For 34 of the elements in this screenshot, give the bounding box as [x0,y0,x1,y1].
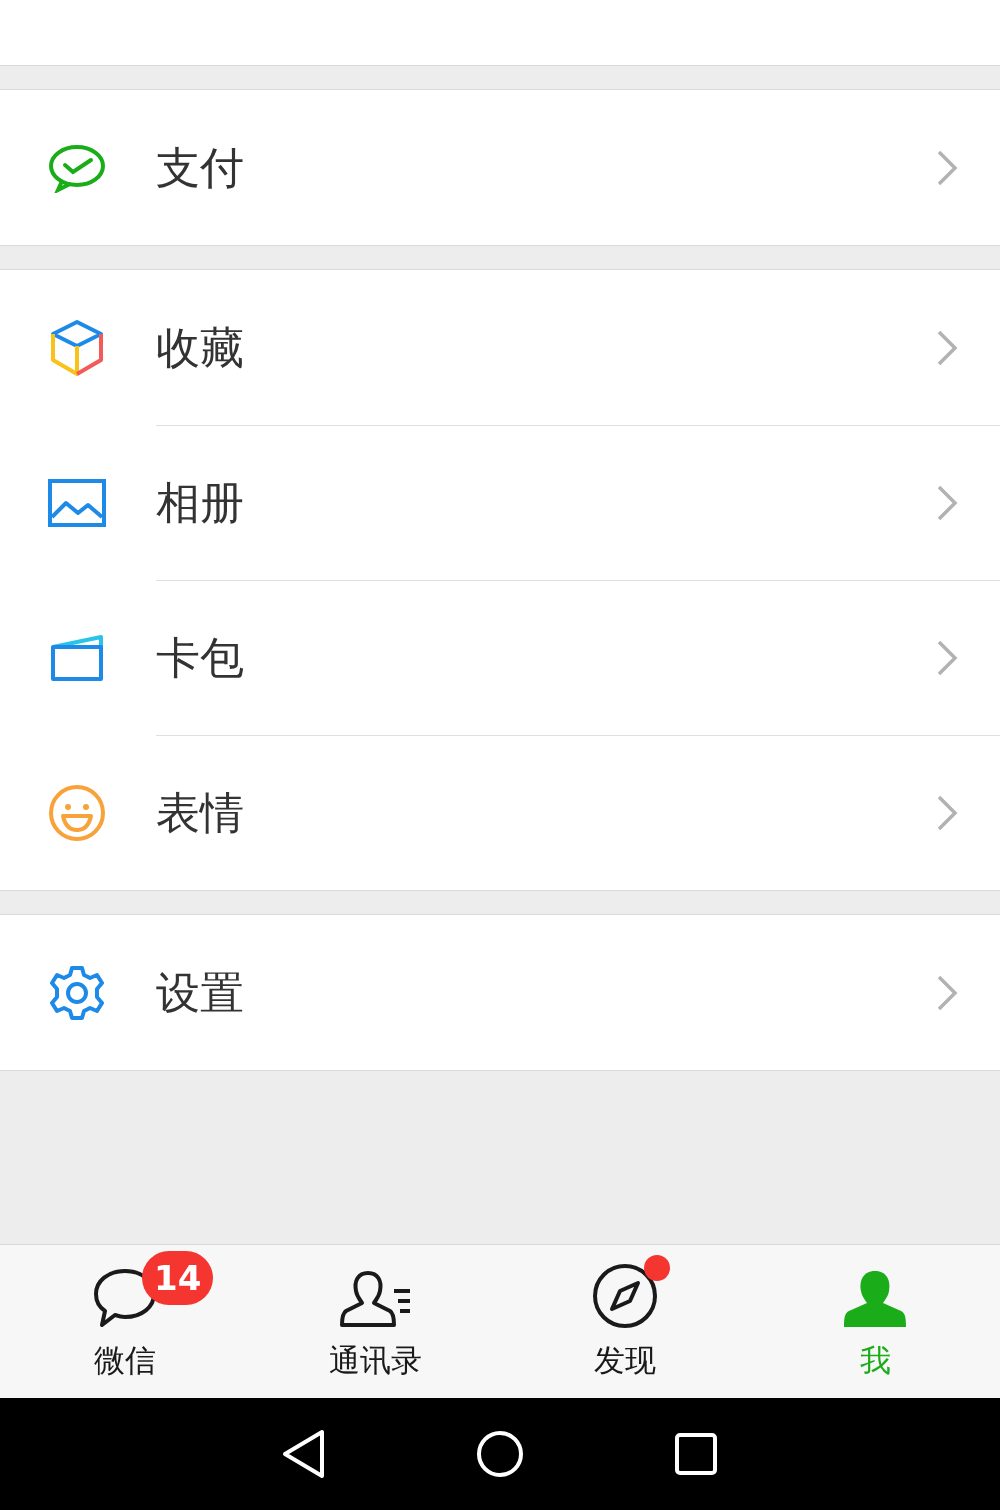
chevron-icon [936,328,958,367]
cube-icon [49,317,105,378]
chevron-icon [936,973,958,1012]
menu-item[interactable]: 收藏 [0,270,1000,425]
unread-badge: 14 [142,1251,214,1306]
menu-item[interactable]: 相册 [0,425,1000,580]
compass-icon [592,1263,658,1330]
menu-label: 卡包 [156,630,245,685]
tab-button[interactable]: 微信 [94,1337,156,1384]
card-icon [49,632,105,683]
smiley-icon [48,783,106,842]
menu-item[interactable]: 设置 [0,915,1000,1070]
settings-icon [48,963,106,1022]
recents-icon[interactable] [674,1432,718,1476]
tab-button[interactable]: 通讯录 [328,1337,422,1384]
menu-label: 收藏 [156,320,245,375]
chevron-icon [936,483,958,522]
contacts-icon [338,1269,412,1330]
menu-item[interactable]: 表情 [0,735,1000,890]
menu-item[interactable]: 支付 [0,90,1000,245]
home-icon[interactable] [476,1430,524,1478]
menu-label: 支付 [156,140,245,195]
chevron-icon [936,793,958,832]
person-icon [843,1269,907,1330]
chevron-icon [936,148,958,187]
chevron-icon [936,638,958,677]
menu-label: 相册 [156,475,245,530]
menu-label: 表情 [156,785,245,840]
picture-frame-icon [48,478,106,527]
tab-button[interactable]: 发现 [594,1337,656,1384]
menu-label: 设置 [156,965,245,1020]
menu-item[interactable]: 卡包 [0,580,1000,735]
pay-icon [48,142,106,193]
back-icon[interactable] [282,1429,326,1479]
